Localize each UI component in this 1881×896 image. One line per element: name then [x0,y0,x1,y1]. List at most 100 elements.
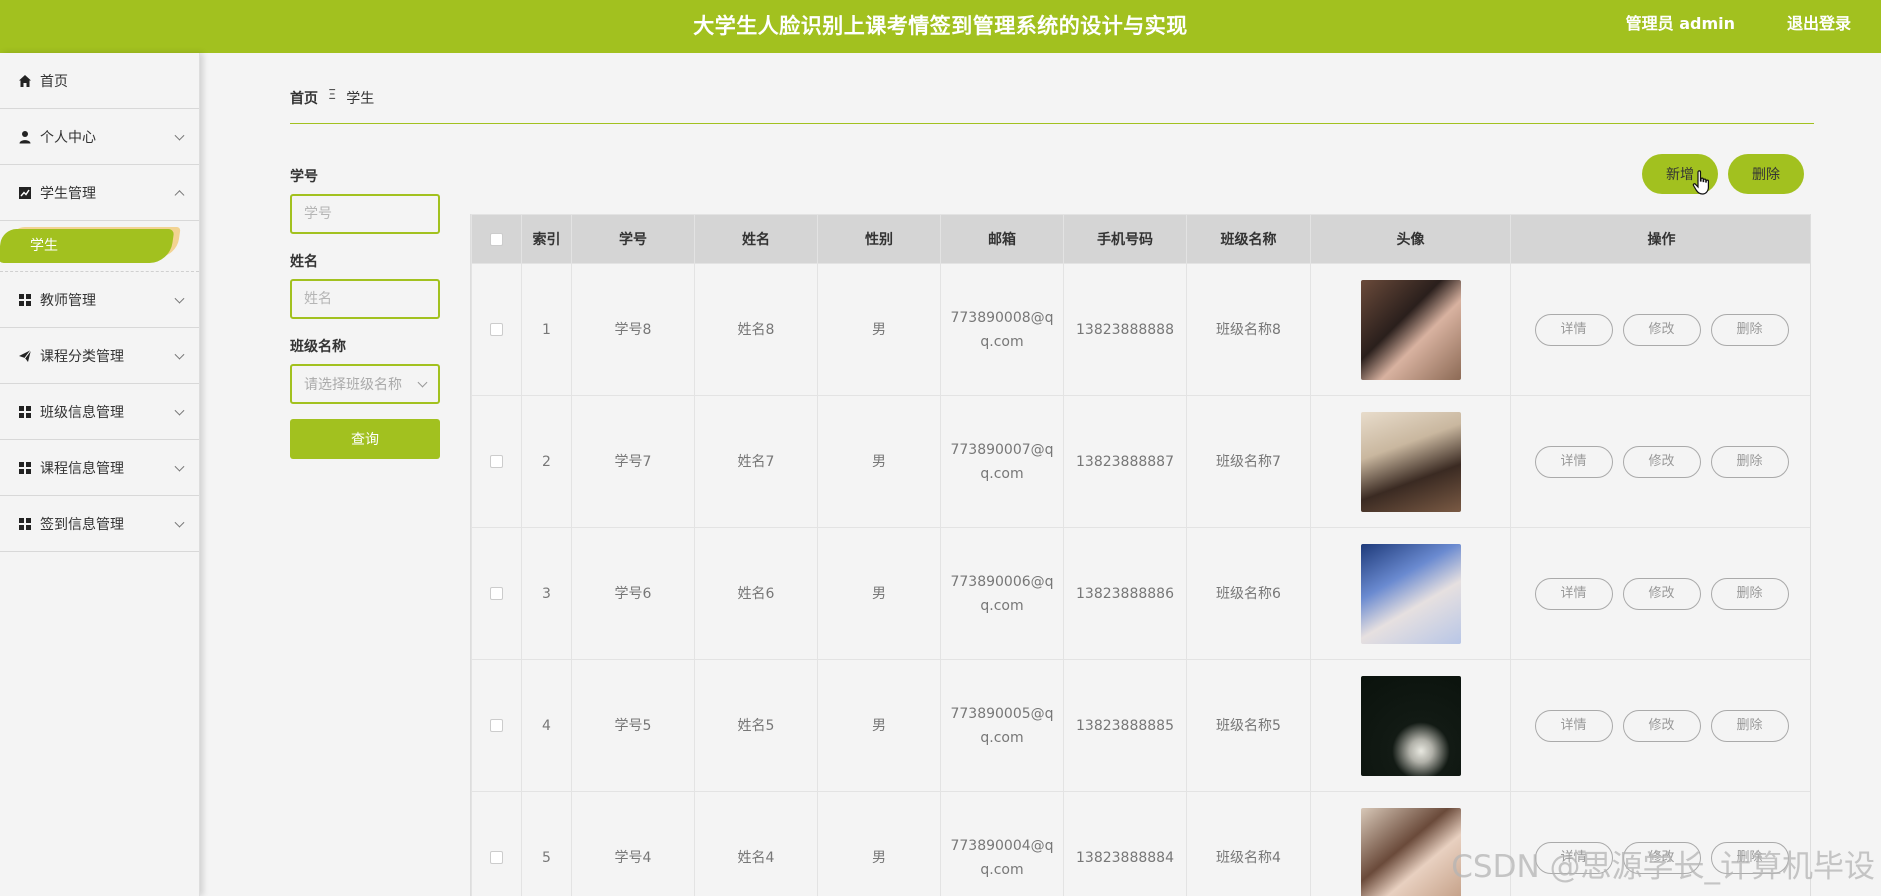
row-checkbox[interactable] [490,851,503,864]
cell-avatar [1310,395,1511,528]
chevron-down-icon [417,377,428,388]
edit-button[interactable]: 修改 [1622,709,1701,742]
cell-actions: 详情 修改 删除 [1510,527,1810,660]
edit-button[interactable]: 修改 [1622,445,1701,478]
sidebar-item-course-category-management[interactable]: 课程分类管理 [0,328,199,384]
query-button[interactable]: 查询 [290,419,440,459]
chevron-down-icon [174,405,185,416]
logout-button[interactable]: 退出登录 [1787,0,1851,53]
sidebar-subitem-label: 学生 [30,238,58,254]
row-checkbox[interactable] [490,323,503,336]
send-icon [18,349,32,363]
sidebar-item-home[interactable]: 首页 [0,53,199,109]
email-line: 773890005@q [950,705,1054,722]
cell-actions: 详情 修改 删除 [1510,659,1810,792]
email-line: 773890007@q [950,441,1054,458]
column-header: 操作 [1510,214,1810,264]
cell-gender: 男 [817,263,941,396]
chevron-down-icon [174,349,185,360]
name-input[interactable] [290,279,440,319]
column-header: 邮箱 [940,214,1064,264]
row-select-cell [471,395,522,528]
cell-gender: 男 [817,659,941,792]
detail-button[interactable]: 详情 [1534,577,1613,610]
watermark: CSDN @思源学长_计算机毕设 [1451,849,1875,885]
cell-actions: 详情 修改 删除 [1510,395,1810,528]
cell-email: 773890005@q q.com [940,659,1064,792]
sidebar-item-label: 课程信息管理 [40,460,124,477]
row-checkbox[interactable] [490,587,503,600]
home-icon [18,74,32,88]
sidebar-subitem-student[interactable]: 学生 [0,221,199,272]
cell-name: 姓名5 [694,659,818,792]
cell-class: 班级名称4 [1186,791,1311,896]
detail-button[interactable]: 详情 [1534,313,1613,346]
cell-index: 3 [521,527,572,660]
table-row: 3 学号6 姓名6 男 773890006@q q.com 13823888886… [471,527,1810,660]
cell-student-no: 学号7 [571,395,695,528]
active-highlight [0,229,175,263]
table-row: 1 学号8 姓名8 男 773890008@q q.com 13823888888… [471,263,1810,396]
current-user: 管理员 admin [1625,14,1735,33]
cell-student-no: 学号4 [571,791,695,896]
sidebar-item-label: 签到信息管理 [40,516,124,533]
detail-button[interactable]: 详情 [1534,445,1613,478]
grid-icon [18,293,32,307]
chevron-down-icon [174,461,185,472]
photo-icon [1360,279,1461,380]
sidebar-item-student-management[interactable]: 学生管理 [0,165,199,221]
name-label: 姓名 [290,254,318,270]
email-line: q.com [980,729,1024,746]
email-line: q.com [980,465,1024,482]
class-name-select[interactable]: 请选择班级名称 [290,364,440,404]
sidebar-item-course-info-management[interactable]: 课程信息管理 [0,440,199,496]
class-name-label: 班级名称 [290,339,346,355]
row-checkbox[interactable] [490,719,503,732]
sidebar-item-teacher-management[interactable]: 教师管理 [0,272,199,328]
photo-icon [1360,675,1461,776]
detail-button[interactable]: 详情 [1534,709,1613,742]
cell-name: 姓名7 [694,395,818,528]
edit-button[interactable]: 修改 [1622,577,1701,610]
sidebar-item-class-info-management[interactable]: 班级信息管理 [0,384,199,440]
delete-button[interactable]: 删除 [1710,577,1789,610]
cell-gender: 男 [817,527,941,660]
delete-button[interactable]: 删除 [1710,445,1789,478]
header-select-all[interactable] [471,214,522,264]
cell-student-no: 学号5 [571,659,695,792]
delete-button[interactable]: 删除 [1710,313,1789,346]
sidebar-item-signin-info-management[interactable]: 签到信息管理 [0,496,199,552]
email-line: q.com [980,861,1024,878]
batch-delete-button[interactable]: 删除 [1728,154,1804,194]
cell-student-no: 学号8 [571,263,695,396]
cell-name: 姓名6 [694,527,818,660]
cell-email: 773890008@q q.com [940,263,1064,396]
cell-email: 773890004@q q.com [940,791,1064,896]
delete-button[interactable]: 删除 [1710,709,1789,742]
sidebar-item-label: 个人中心 [40,129,96,146]
student-no-input[interactable] [290,194,440,234]
chart-icon [18,186,32,200]
cell-index: 4 [521,659,572,792]
grid-icon [18,405,32,419]
cell-phone: 13823888887 [1063,395,1187,528]
sidebar-item-label: 首页 [40,73,68,90]
column-header: 班级名称 [1186,214,1311,264]
cell-student-no: 学号6 [571,527,695,660]
sidebar-item-personal-center[interactable]: 个人中心 [0,109,199,165]
photo-icon [1360,807,1461,896]
edit-button[interactable]: 修改 [1622,313,1701,346]
cell-class: 班级名称5 [1186,659,1311,792]
email-line: 773890006@q [950,573,1054,590]
breadcrumb-home[interactable]: 首页 [290,88,318,108]
column-header: 手机号码 [1063,214,1187,264]
top-header: 大学生人脸识别上课考情签到管理系统的设计与实现 管理员 admin 退出登录 [0,0,1881,53]
cell-phone: 13823888885 [1063,659,1187,792]
email-line: q.com [980,597,1024,614]
chevron-down-icon [174,293,185,304]
cell-index: 2 [521,395,572,528]
select-all-checkbox[interactable] [490,232,503,246]
row-checkbox[interactable] [490,455,503,468]
sidebar-item-label: 课程分类管理 [40,348,124,365]
cell-actions: 详情 修改 删除 [1510,263,1810,396]
